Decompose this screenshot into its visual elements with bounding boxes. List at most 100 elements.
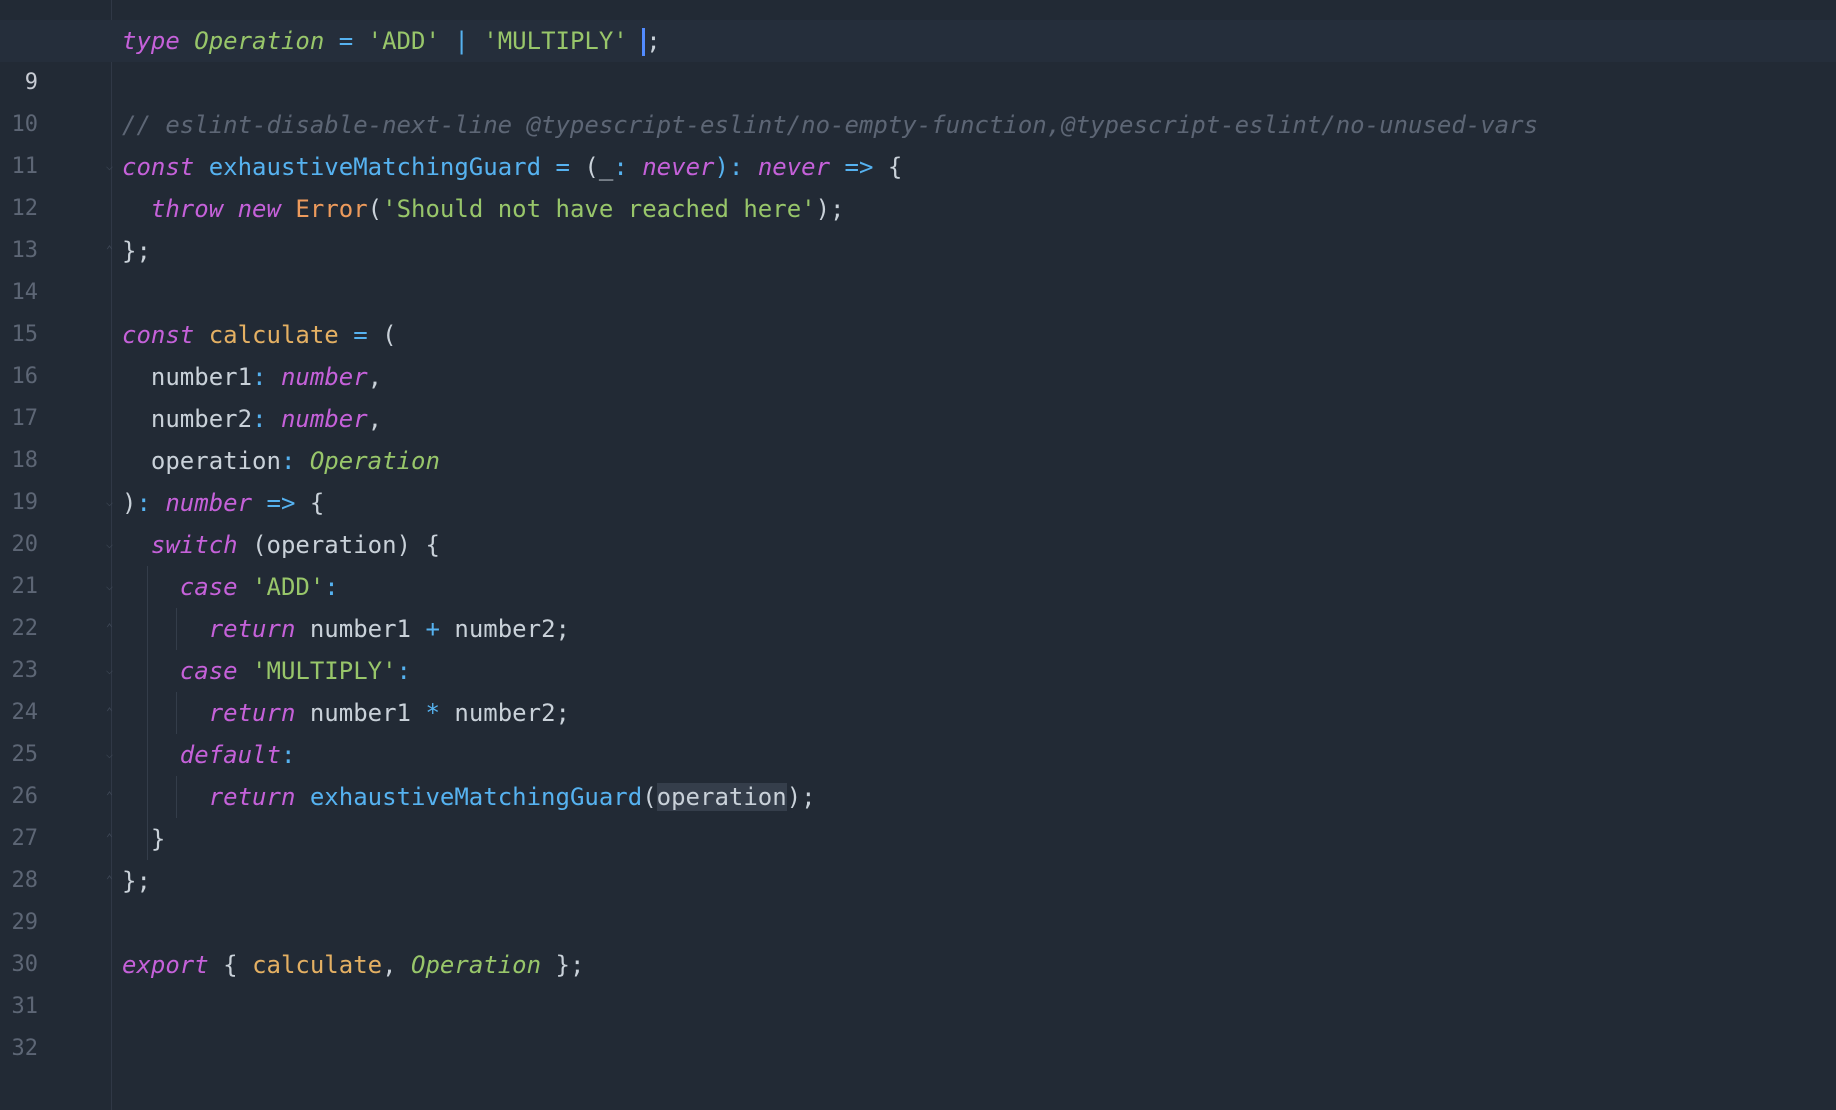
token-operator: =>	[844, 153, 874, 181]
code-area[interactable]: 8 9 type Operation = 'ADD' | 'MULTIPLY' …	[0, 0, 1836, 1110]
code-line-13[interactable]: 13 throw new Error('Should not have reac…	[0, 188, 1836, 263]
token-type-keyword: number	[280, 363, 368, 391]
token-operator: :	[396, 657, 411, 685]
indent-guide	[176, 608, 177, 650]
token-operator: ):	[714, 153, 744, 181]
token-punct: ,	[367, 405, 383, 433]
fold-open-icon[interactable]: ⌵	[103, 748, 116, 761]
code-text[interactable]: return number1 * number2;	[122, 692, 570, 734]
code-line-10[interactable]: 10	[0, 62, 1836, 137]
fold-open-icon[interactable]: ⌵	[103, 496, 116, 509]
code-text[interactable]: return exhaustiveMatchingGuard(operation…	[122, 776, 816, 818]
code-text[interactable]: ): number => {	[122, 482, 324, 524]
fold-open-icon[interactable]: ⌵	[103, 580, 116, 593]
code-line-24[interactable]: 24 ⌵ case 'MULTIPLY':	[0, 650, 1836, 725]
token-keyword: return	[208, 783, 296, 811]
code-text[interactable]: operation: Operation	[122, 440, 440, 482]
token-identifier: number2;	[454, 699, 570, 727]
code-text[interactable]: type Operation = 'ADD' | 'MULTIPLY' ;	[122, 20, 661, 62]
code-text[interactable]: number2: number,	[122, 398, 382, 440]
code-line-23[interactable]: 23 ⌃ return number1 + number2;	[0, 608, 1836, 683]
token-function: exhaustiveMatchingGuard	[208, 153, 542, 181]
token-operator: :	[280, 741, 296, 769]
fold-open-icon[interactable]: ⌵	[103, 160, 116, 173]
fold-close-icon[interactable]: ⌃	[103, 790, 116, 803]
code-editor[interactable]: 8 9 type Operation = 'ADD' | 'MULTIPLY' …	[0, 0, 1836, 1110]
token-param: operation	[150, 447, 281, 475]
token-operator: *	[425, 699, 440, 727]
code-line-15[interactable]: 15	[0, 272, 1836, 347]
code-line-22[interactable]: 22 ⌵ case 'ADD':	[0, 566, 1836, 641]
token-punct: );	[786, 783, 816, 811]
token-comment: // eslint-disable-next-line @typescript-…	[122, 111, 1539, 139]
code-line-partial: 8	[0, 0, 1836, 53]
fold-close-icon[interactable]: ⌃	[103, 832, 116, 845]
code-text[interactable]: const exhaustiveMatchingGuard = (_: neve…	[122, 146, 902, 188]
code-line-26[interactable]: 26 ⌵ default:	[0, 734, 1836, 809]
code-line-32[interactable]: 32	[0, 986, 1836, 1061]
token-punct: {	[309, 489, 325, 517]
code-line-31[interactable]: 31 export { calculate, Operation };	[0, 944, 1836, 1019]
fold-close-icon[interactable]: ⌃	[103, 244, 116, 257]
code-text[interactable]: export { calculate, Operation };	[122, 944, 584, 986]
token-operator: =>	[266, 489, 296, 517]
fold-open-icon[interactable]: ⌵	[103, 664, 116, 677]
token-type: Operation	[411, 951, 542, 979]
code-text[interactable]: const calculate = (	[122, 314, 397, 356]
token-punct: {	[887, 153, 903, 181]
code-line-25[interactable]: 25 ⌃ return number1 * number2;	[0, 692, 1836, 767]
token-punct: }	[150, 825, 166, 853]
token-operator: :	[324, 573, 339, 601]
code-text[interactable]: };	[122, 860, 151, 902]
code-line-14[interactable]: 14 ⌃ };	[0, 230, 1836, 305]
token-function: exhaustiveMatchingGuard	[309, 783, 643, 811]
code-text[interactable]: case 'MULTIPLY':	[122, 650, 411, 692]
code-text[interactable]: throw new Error('Should not have reached…	[122, 188, 845, 230]
token-operator: :	[252, 363, 267, 391]
code-text[interactable]: }	[122, 818, 165, 860]
fold-close-icon[interactable]: ⌃	[103, 706, 116, 719]
code-line-11[interactable]: 11 // eslint-disable-next-line @typescri…	[0, 104, 1836, 179]
code-text[interactable]: };	[122, 230, 151, 272]
code-line-30[interactable]: 30	[0, 902, 1836, 977]
token-keyword: new	[237, 195, 281, 223]
token-keyword: default	[179, 741, 281, 769]
token-keyword: throw	[150, 195, 224, 223]
indent-guide	[176, 692, 177, 734]
token-punct: )	[122, 489, 137, 517]
token-string: 'Should not have reached here'	[382, 195, 816, 223]
fold-open-icon[interactable]: ⌵	[103, 538, 116, 551]
token-operator: :	[252, 405, 267, 433]
code-line-18[interactable]: 18 number2: number,	[0, 398, 1836, 473]
token-keyword: type	[122, 27, 180, 55]
token-keyword: case	[179, 573, 238, 601]
code-line-21[interactable]: 21 ⌵ switch (operation) {	[0, 524, 1836, 599]
code-line-29[interactable]: 29 ⌃ };	[0, 860, 1836, 935]
token-operator: :	[136, 489, 151, 517]
token-param: number1	[150, 363, 253, 391]
code-line-9[interactable]: 9 type Operation = 'ADD' | 'MULTIPLY' ;	[0, 20, 1836, 95]
code-line-28[interactable]: 28 ⌃ }	[0, 818, 1836, 893]
fold-close-icon[interactable]: ⌃	[103, 622, 116, 635]
code-text[interactable]: number1: number,	[122, 356, 382, 398]
code-line-16[interactable]: 16 const calculate = (	[0, 314, 1836, 389]
token-function: calculate	[208, 321, 339, 349]
code-text[interactable]: // eslint-disable-next-line @typescript-…	[122, 104, 1538, 146]
indent-guide	[176, 776, 177, 818]
code-text[interactable]: switch (operation) {	[122, 524, 440, 566]
token-type-keyword: never	[757, 153, 831, 181]
token-operator: =	[555, 153, 570, 181]
code-line-17[interactable]: 17 number1: number,	[0, 356, 1836, 431]
token-string: 'ADD'	[252, 573, 325, 601]
code-line-12[interactable]: 12 ⌵ const exhaustiveMatchingGuard = (_:…	[0, 146, 1836, 221]
fold-close-icon[interactable]: ⌃	[103, 874, 116, 887]
code-line-20[interactable]: 20 ⌵ ): number => {	[0, 482, 1836, 557]
token-punct: {	[223, 951, 238, 979]
token-class: Error	[295, 195, 368, 223]
code-line-19[interactable]: 19 operation: Operation	[0, 440, 1836, 515]
code-text[interactable]: return number1 + number2;	[122, 608, 570, 650]
code-line-27[interactable]: 27 ⌃ return exhaustiveMatchingGuard(oper…	[0, 776, 1836, 851]
code-text[interactable]: default:	[122, 734, 296, 776]
code-text[interactable]: case 'ADD':	[122, 566, 339, 608]
token-identifier: number1	[309, 699, 412, 727]
